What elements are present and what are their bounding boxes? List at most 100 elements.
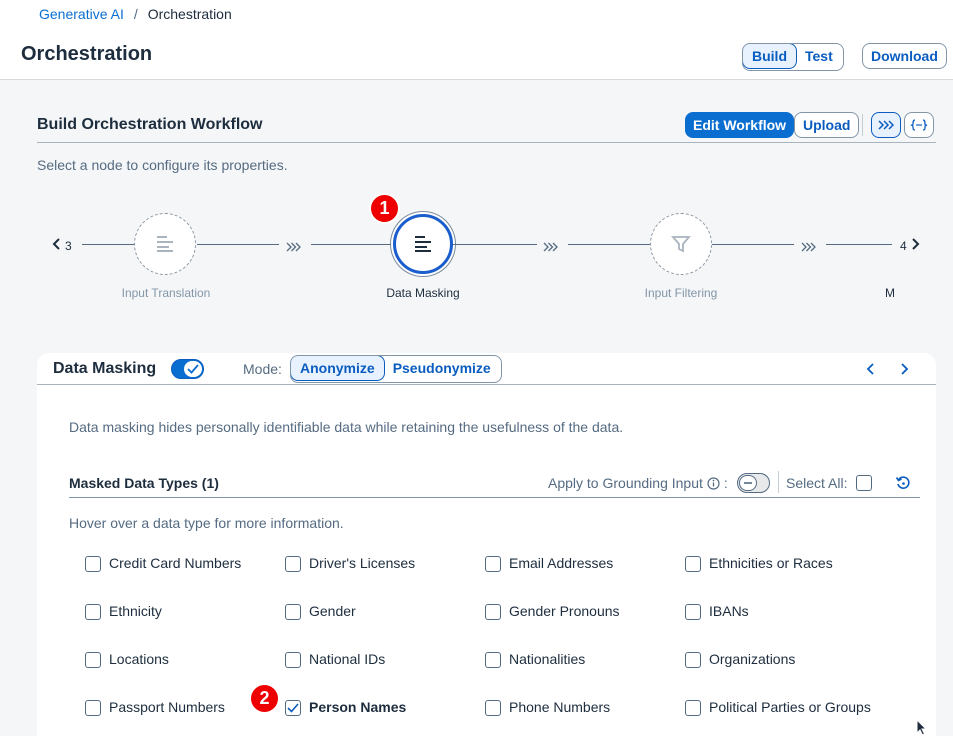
- data-type-checkbox[interactable]: [85, 652, 101, 668]
- apply-grounding-text: Apply to Grounding Input: [548, 475, 703, 491]
- panel-next-button[interactable]: [899, 362, 909, 379]
- masked-data-types-title: Masked Data Types (1): [69, 475, 219, 491]
- data-masking-panel: Data Masking Mode: Anonymize Pseudonymiz…: [37, 353, 936, 736]
- data-type-checkbox[interactable]: [85, 556, 101, 572]
- info-icon[interactable]: [707, 476, 720, 490]
- data-type-checkbox[interactable]: [85, 700, 101, 716]
- flow-view-button[interactable]: [871, 112, 901, 138]
- edit-workflow-button[interactable]: Edit Workflow: [685, 112, 795, 138]
- panel-prev-button[interactable]: [866, 362, 876, 379]
- reset-button[interactable]: [895, 475, 911, 494]
- check-icon: [184, 361, 202, 377]
- panel-description: Data masking hides personally identifiab…: [69, 419, 624, 435]
- previous-nodes-count: 3: [65, 239, 72, 253]
- node-label-partial: M: [885, 286, 895, 300]
- toolbar-separator: [778, 471, 779, 493]
- breadcrumb-link-generative-ai[interactable]: Generative AI: [39, 6, 124, 22]
- pseudonymize-button[interactable]: Pseudonymize: [384, 356, 501, 382]
- data-type-label: IBANs: [709, 603, 749, 619]
- data-type-checkbox[interactable]: [285, 556, 301, 572]
- connector: [197, 244, 279, 245]
- data-type-label: Political Parties or Groups: [709, 699, 871, 715]
- chevron-left-icon: [52, 238, 60, 250]
- data-type-checkbox[interactable]: [485, 604, 501, 620]
- data-type-label: Email Addresses: [509, 555, 614, 571]
- test-mode-button[interactable]: Test: [796, 44, 843, 70]
- apply-grounding-colon: :: [723, 475, 728, 491]
- workflow-hint: Select a node to configure its propertie…: [37, 157, 288, 173]
- node-label: Data Masking: [386, 286, 460, 300]
- data-type-label: Passport Numbers: [109, 699, 225, 715]
- code-braces-icon: [910, 119, 928, 131]
- next-nodes-button[interactable]: [910, 237, 920, 254]
- data-type-checkbox[interactable]: [485, 652, 501, 668]
- breadcrumb-separator: /: [133, 6, 138, 22]
- data-type-checkbox[interactable]: [685, 700, 701, 716]
- list-icon: [157, 236, 173, 252]
- chevron-right-icon: [901, 363, 909, 375]
- data-type-label: Person Names: [309, 699, 407, 715]
- connector: [82, 244, 134, 245]
- node-input-filtering[interactable]: [650, 213, 712, 275]
- anonymize-button[interactable]: Anonymize: [290, 356, 385, 381]
- node-label: Input Filtering: [644, 286, 718, 300]
- connector: [453, 244, 537, 245]
- apply-grounding-toggle[interactable]: [737, 473, 770, 493]
- upload-button[interactable]: Upload: [794, 112, 860, 138]
- data-type-label: Nationalities: [509, 651, 586, 667]
- json-view-button[interactable]: [904, 112, 934, 138]
- step-badge-1: 1: [369, 193, 400, 224]
- mouse-cursor-icon: [916, 718, 928, 736]
- connector: [568, 244, 650, 245]
- data-type-checkbox[interactable]: [485, 556, 501, 572]
- data-type-label: National IDs: [309, 651, 386, 667]
- filter-icon: [671, 236, 691, 253]
- data-type-checkbox[interactable]: [685, 556, 701, 572]
- check-icon: [287, 703, 299, 713]
- breadcrumb-current: Orchestration: [147, 6, 232, 22]
- data-type-checkbox[interactable]: [285, 604, 301, 620]
- data-masking-toggle[interactable]: [171, 359, 204, 379]
- breadcrumb: Generative AI / Orchestration: [39, 6, 232, 22]
- minus-icon: [739, 475, 757, 491]
- data-type-checkbox[interactable]: [685, 604, 701, 620]
- page-title: Orchestration: [21, 43, 153, 65]
- data-type-checkbox[interactable]: [285, 700, 301, 716]
- download-button[interactable]: Download: [862, 43, 947, 69]
- connector-arrows-icon: [801, 239, 816, 255]
- connector-arrows-icon: [543, 239, 558, 255]
- chevrons-right-icon: [878, 120, 894, 130]
- masked-data-types-divider: [69, 497, 920, 498]
- data-type-label: Organizations: [709, 651, 796, 667]
- mode-label: Mode:: [243, 361, 282, 377]
- data-type-checkbox[interactable]: [285, 652, 301, 668]
- masking-mode-segmented-button: Anonymize Pseudonymize: [290, 355, 502, 383]
- data-type-label: Ethnicity: [109, 603, 162, 619]
- node-input-translation[interactable]: [134, 213, 196, 275]
- connector: [311, 244, 393, 245]
- workflow-title-divider: [37, 142, 936, 143]
- select-all-label: Select All:: [786, 475, 848, 491]
- build-mode-button[interactable]: Build: [742, 44, 797, 69]
- mode-segmented-button: Build Test: [742, 43, 844, 71]
- data-type-label: Driver's Licenses: [309, 555, 416, 571]
- data-type-checkbox[interactable]: [685, 652, 701, 668]
- select-all-checkbox[interactable]: [856, 475, 872, 491]
- data-type-checkbox[interactable]: [485, 700, 501, 716]
- data-type-label: Credit Card Numbers: [109, 555, 242, 571]
- connector-arrows-icon: [286, 239, 301, 255]
- data-type-checkbox[interactable]: [85, 604, 101, 620]
- next-nodes-count: 4: [900, 239, 907, 253]
- node-data-masking[interactable]: [393, 214, 453, 274]
- connector: [712, 244, 794, 245]
- previous-nodes-button[interactable]: [52, 237, 62, 254]
- data-type-label: Phone Numbers: [509, 699, 611, 715]
- toolbar-separator: [862, 114, 863, 136]
- reset-icon: [895, 476, 910, 489]
- node-label: Input Translation: [121, 286, 211, 300]
- step-badge-2: 2: [249, 683, 280, 714]
- panel-title: Data Masking: [53, 360, 157, 377]
- data-type-label: Gender: [309, 603, 356, 619]
- data-type-label: Locations: [109, 651, 169, 667]
- panel-header: Data Masking Mode: Anonymize Pseudonymiz…: [37, 353, 936, 385]
